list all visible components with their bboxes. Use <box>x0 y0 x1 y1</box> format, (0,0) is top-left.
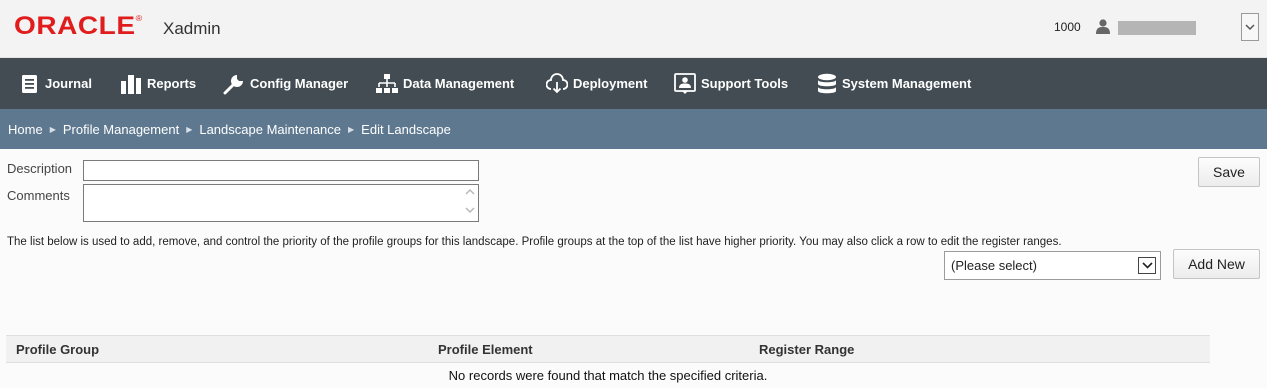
breadcrumb-arrow-icon: ▶ <box>348 124 355 134</box>
table-header: Profile Group Profile Element Register R… <box>6 335 1210 363</box>
nav-system-management[interactable]: System Management <box>817 58 971 109</box>
chevron-down-icon <box>1141 262 1153 269</box>
journal-icon <box>22 74 37 93</box>
breadcrumb-arrow-icon: ▶ <box>49 124 56 134</box>
support-icon <box>674 72 696 94</box>
chevron-down-icon <box>1245 24 1255 31</box>
comments-field[interactable] <box>83 184 479 222</box>
bar-chart-icon <box>121 74 141 94</box>
nav-label: Config Manager <box>250 76 349 91</box>
nav-config-manager[interactable]: Config Manager <box>223 58 348 109</box>
user-name-redacted <box>1118 21 1196 35</box>
nav-label: Support Tools <box>701 76 789 91</box>
description-label: Description <box>7 161 73 176</box>
save-button[interactable]: Save <box>1198 157 1260 187</box>
column-header-register-range[interactable]: Register Range <box>759 342 854 357</box>
app-header: ORACLE® Xadmin 1000 <box>0 0 1267 58</box>
nav-journal[interactable]: Journal <box>21 58 92 109</box>
cloud-download-icon <box>546 72 568 93</box>
breadcrumb-landscape-maintenance[interactable]: Landscape Maintenance <box>199 122 341 137</box>
breadcrumb: Home ▶ Profile Management ▶ Landscape Ma… <box>0 109 1267 149</box>
breadcrumb-edit-landscape: Edit Landscape <box>361 121 451 137</box>
select-dropdown-button[interactable] <box>1138 257 1156 274</box>
column-header-profile-element[interactable]: Profile Element <box>438 342 533 357</box>
nav-deployment[interactable]: Deployment <box>546 58 647 109</box>
oracle-logo: ORACLE® <box>14 12 143 40</box>
app-title: Xadmin <box>163 19 221 38</box>
breadcrumb-home[interactable]: Home <box>8 122 43 137</box>
nav-label: System Management <box>842 76 972 91</box>
breadcrumb-arrow-icon: ▶ <box>186 124 193 134</box>
profile-group-select-value: (Please select) <box>951 258 1037 273</box>
breadcrumb-profile-management[interactable]: Profile Management <box>63 122 179 137</box>
nav-label: Deployment <box>573 76 648 91</box>
instructions-text: The list below is used to add, remove, a… <box>7 236 1062 248</box>
wrench-icon <box>223 74 243 94</box>
main-nav: Journal Reports Config Manager Data Mana… <box>0 58 1267 109</box>
nav-reports[interactable]: Reports <box>120 58 196 109</box>
scroll-down-icon[interactable] <box>465 206 475 214</box>
comments-textarea[interactable] <box>84 185 464 221</box>
profile-group-select[interactable]: (Please select) <box>944 251 1161 280</box>
nav-support-tools[interactable]: Support Tools <box>674 58 788 109</box>
add-new-button[interactable]: Add New <box>1173 249 1260 279</box>
nav-label: Journal <box>45 76 92 91</box>
empty-table-message: No records were found that match the spe… <box>448 368 768 383</box>
hierarchy-icon <box>376 73 398 93</box>
description-input[interactable] <box>83 160 479 181</box>
nav-label: Reports <box>147 76 197 91</box>
database-icon <box>818 73 836 93</box>
user-menu-button[interactable] <box>1241 13 1259 41</box>
comments-label: Comments <box>7 188 70 203</box>
scroll-up-icon[interactable] <box>465 188 475 196</box>
store-id: 1000 <box>1054 20 1081 34</box>
column-header-profile-group[interactable]: Profile Group <box>16 342 99 357</box>
user-icon <box>1096 19 1110 34</box>
nav-data-management[interactable]: Data Management <box>376 58 514 109</box>
nav-label: Data Management <box>403 76 515 91</box>
